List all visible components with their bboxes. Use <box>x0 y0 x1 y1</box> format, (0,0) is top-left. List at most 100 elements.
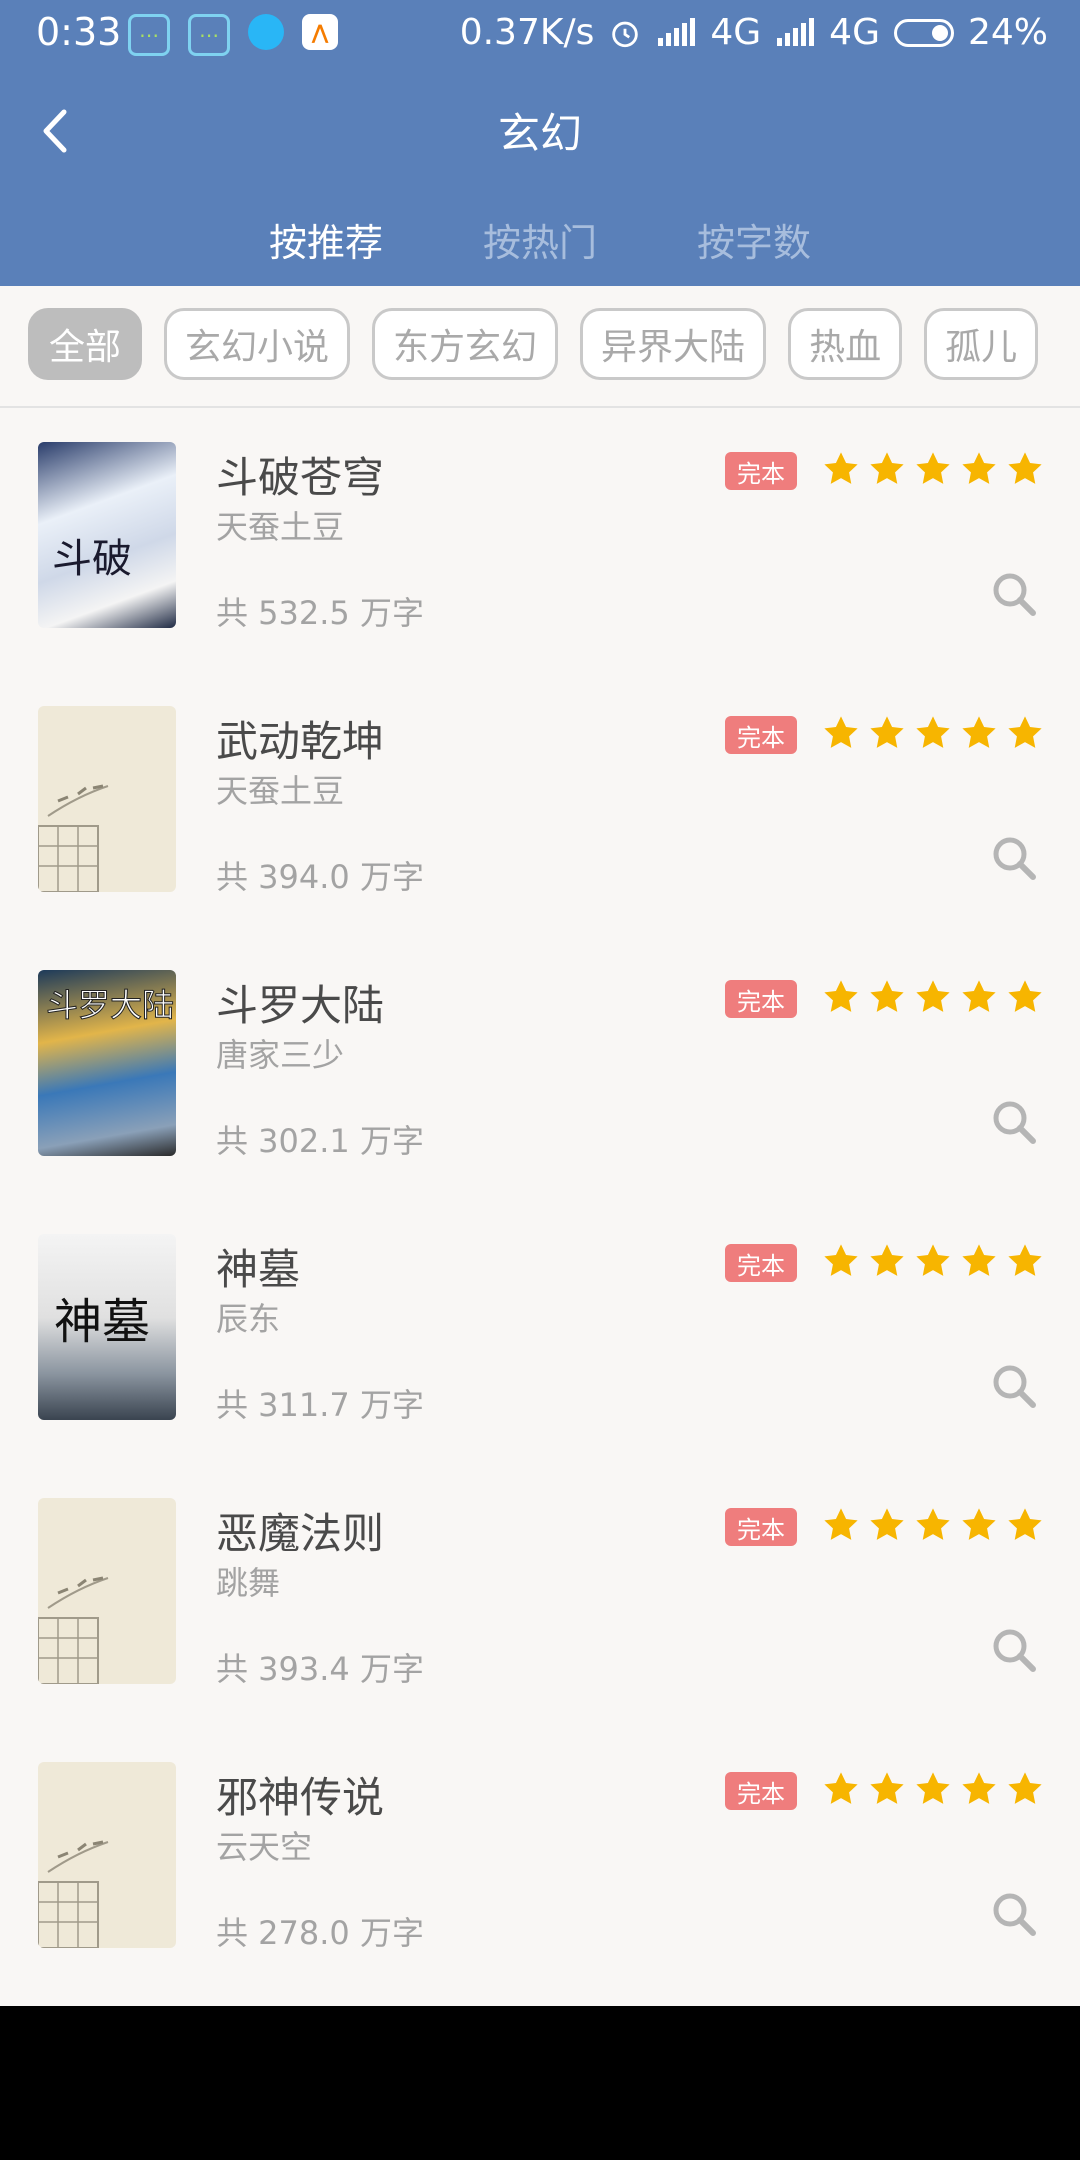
list-item[interactable]: 邪神传说 云天空 共 278.0 万字 完本 <box>0 1740 1080 2004</box>
search-icon[interactable] <box>990 1098 1038 1146</box>
star-icon <box>870 980 904 1012</box>
filter-chip-orphan[interactable]: 孤儿 <box>924 308 1039 380</box>
battery-icon <box>893 18 954 47</box>
book-title: 武动乾坤 <box>216 717 385 766</box>
star-icon <box>962 452 996 484</box>
star-icon <box>962 980 996 1012</box>
status-right: 0.37K/s 4G 4G 24% <box>460 12 1048 53</box>
book-title: 斗罗大陆 <box>216 981 385 1030</box>
star-icon <box>962 1772 996 1804</box>
search-icon[interactable] <box>990 1362 1038 1410</box>
search-icon[interactable] <box>990 1626 1038 1674</box>
rating-stars <box>822 714 1044 752</box>
chat-notification-icon: ⋯ <box>128 14 170 56</box>
book-author: 跳舞 <box>216 1564 281 1602</box>
star-icon <box>962 1244 996 1276</box>
app-screen: 0:33 ⋯ ⋯ ⋀ 0.37K/s 4G 4G 24% 玄幻 按推荐 按热门 … <box>0 0 1080 2006</box>
star-icon <box>1008 1772 1042 1804</box>
chat-notification-icon-2: ⋯ <box>188 14 230 56</box>
battery-level: 24% <box>967 12 1048 53</box>
search-icon[interactable] <box>990 570 1038 618</box>
star-icon <box>824 980 858 1012</box>
app-notification-icon: ⋀ <box>302 14 338 50</box>
book-cover: 神墓 <box>38 1234 176 1420</box>
book-title: 邪神传说 <box>216 1773 385 1822</box>
header: 0:33 ⋯ ⋯ ⋀ 0.37K/s 4G 4G 24% 玄幻 按推荐 按热门 … <box>0 0 1080 286</box>
book-word-count: 共 532.5 万字 <box>216 594 424 632</box>
filter-bar: 全部 玄幻小说 东方玄幻 异界大陆 热血 孤儿 <box>0 286 1080 408</box>
tab-recommended[interactable]: 按推荐 <box>269 212 383 267</box>
book-word-count: 共 278.0 万字 <box>216 1914 424 1952</box>
star-icon <box>1008 1508 1042 1540</box>
book-author: 天蚕土豆 <box>216 508 345 546</box>
book-author: 唐家三少 <box>216 1036 345 1074</box>
book-title: 恶魔法则 <box>216 1509 385 1558</box>
svg-text:神墓: 神墓 <box>54 1294 150 1350</box>
list-item[interactable]: 武动乾坤 天蚕土豆 共 394.0 万字 完本 <box>0 684 1080 948</box>
list-item[interactable]: 恶魔法则 跳舞 共 393.4 万字 完本 <box>0 1476 1080 1740</box>
rating-stars <box>822 1242 1044 1280</box>
notification-icons: ⋯ ⋯ ⋀ <box>128 14 338 56</box>
star-icon <box>1008 1244 1042 1276</box>
star-icon <box>824 1244 858 1276</box>
star-icon <box>916 980 950 1012</box>
book-cover-placeholder <box>38 706 176 892</box>
filter-chip-xuanhuan-novel[interactable]: 玄幻小说 <box>164 308 351 380</box>
tab-popular[interactable]: 按热门 <box>483 212 597 267</box>
status-time: 0:33 <box>36 10 122 54</box>
book-cover: 斗罗大陆 <box>38 970 176 1156</box>
status-badge: 完本 <box>725 716 797 754</box>
filter-chip-other-world[interactable]: 异界大陆 <box>580 308 767 380</box>
book-author: 天蚕土豆 <box>216 772 345 810</box>
network-type-1: 4G <box>710 12 762 53</box>
star-icon <box>916 716 950 748</box>
status-badge: 完本 <box>725 980 797 1018</box>
network-type-2: 4G <box>829 12 880 53</box>
sort-tabs: 按推荐 按热门 按字数 <box>0 212 1080 267</box>
book-word-count: 共 302.1 万字 <box>216 1122 424 1160</box>
signal-icon-2 <box>777 17 815 46</box>
star-icon <box>870 1508 904 1540</box>
list-item[interactable]: 斗罗大陆 斗罗大陆 唐家三少 共 302.1 万字 完本 <box>0 948 1080 1212</box>
star-icon <box>824 716 858 748</box>
status-badge: 完本 <box>725 1772 797 1810</box>
tab-word-count[interactable]: 按字数 <box>697 212 811 267</box>
star-icon <box>870 1772 904 1804</box>
star-icon <box>824 1772 858 1804</box>
alarm-icon <box>612 21 639 47</box>
filter-chip-hot-blooded[interactable]: 热血 <box>788 308 903 380</box>
filter-chip-row: 全部 玄幻小说 东方玄幻 异界大陆 热血 孤儿 <box>28 308 1039 380</box>
filter-chip-eastern-xuanhuan[interactable]: 东方玄幻 <box>372 308 559 380</box>
status-badge: 完本 <box>725 1508 797 1546</box>
browser-notification-icon <box>248 14 284 50</box>
list-item[interactable]: 斗破 斗破苍穹 天蚕土豆 共 532.5 万字 完本 <box>0 420 1080 684</box>
star-icon <box>1008 980 1042 1012</box>
star-icon <box>916 1508 950 1540</box>
book-cover: 斗破 <box>38 442 176 628</box>
status-badge: 完本 <box>725 452 797 490</box>
book-word-count: 共 311.7 万字 <box>216 1386 424 1424</box>
svg-text:斗破: 斗破 <box>52 536 132 582</box>
rating-stars <box>822 450 1044 488</box>
book-word-count: 共 393.4 万字 <box>216 1650 424 1688</box>
star-icon <box>962 1508 996 1540</box>
list-item[interactable]: 神墓 神墓 辰东 共 311.7 万字 完本 <box>0 1212 1080 1476</box>
star-icon <box>1008 452 1042 484</box>
rating-stars <box>822 978 1044 1016</box>
star-icon <box>916 452 950 484</box>
book-title: 神墓 <box>216 1245 301 1294</box>
search-icon[interactable] <box>990 1890 1038 1938</box>
network-speed: 0.37K/s <box>459 12 595 53</box>
star-icon <box>824 452 858 484</box>
book-word-count: 共 394.0 万字 <box>216 858 424 896</box>
star-icon <box>916 1244 950 1276</box>
page-title: 玄幻 <box>497 109 582 158</box>
star-icon <box>870 452 904 484</box>
filter-chip-all[interactable]: 全部 <box>28 308 143 380</box>
star-icon <box>1008 716 1042 748</box>
search-icon[interactable] <box>990 834 1038 882</box>
rating-stars <box>822 1506 1044 1544</box>
status-bar: 0:33 ⋯ ⋯ ⋀ 0.37K/s 4G 4G 24% <box>0 0 1080 70</box>
book-cover-placeholder <box>38 1762 176 1948</box>
svg-text:斗罗大陆: 斗罗大陆 <box>46 986 174 1024</box>
